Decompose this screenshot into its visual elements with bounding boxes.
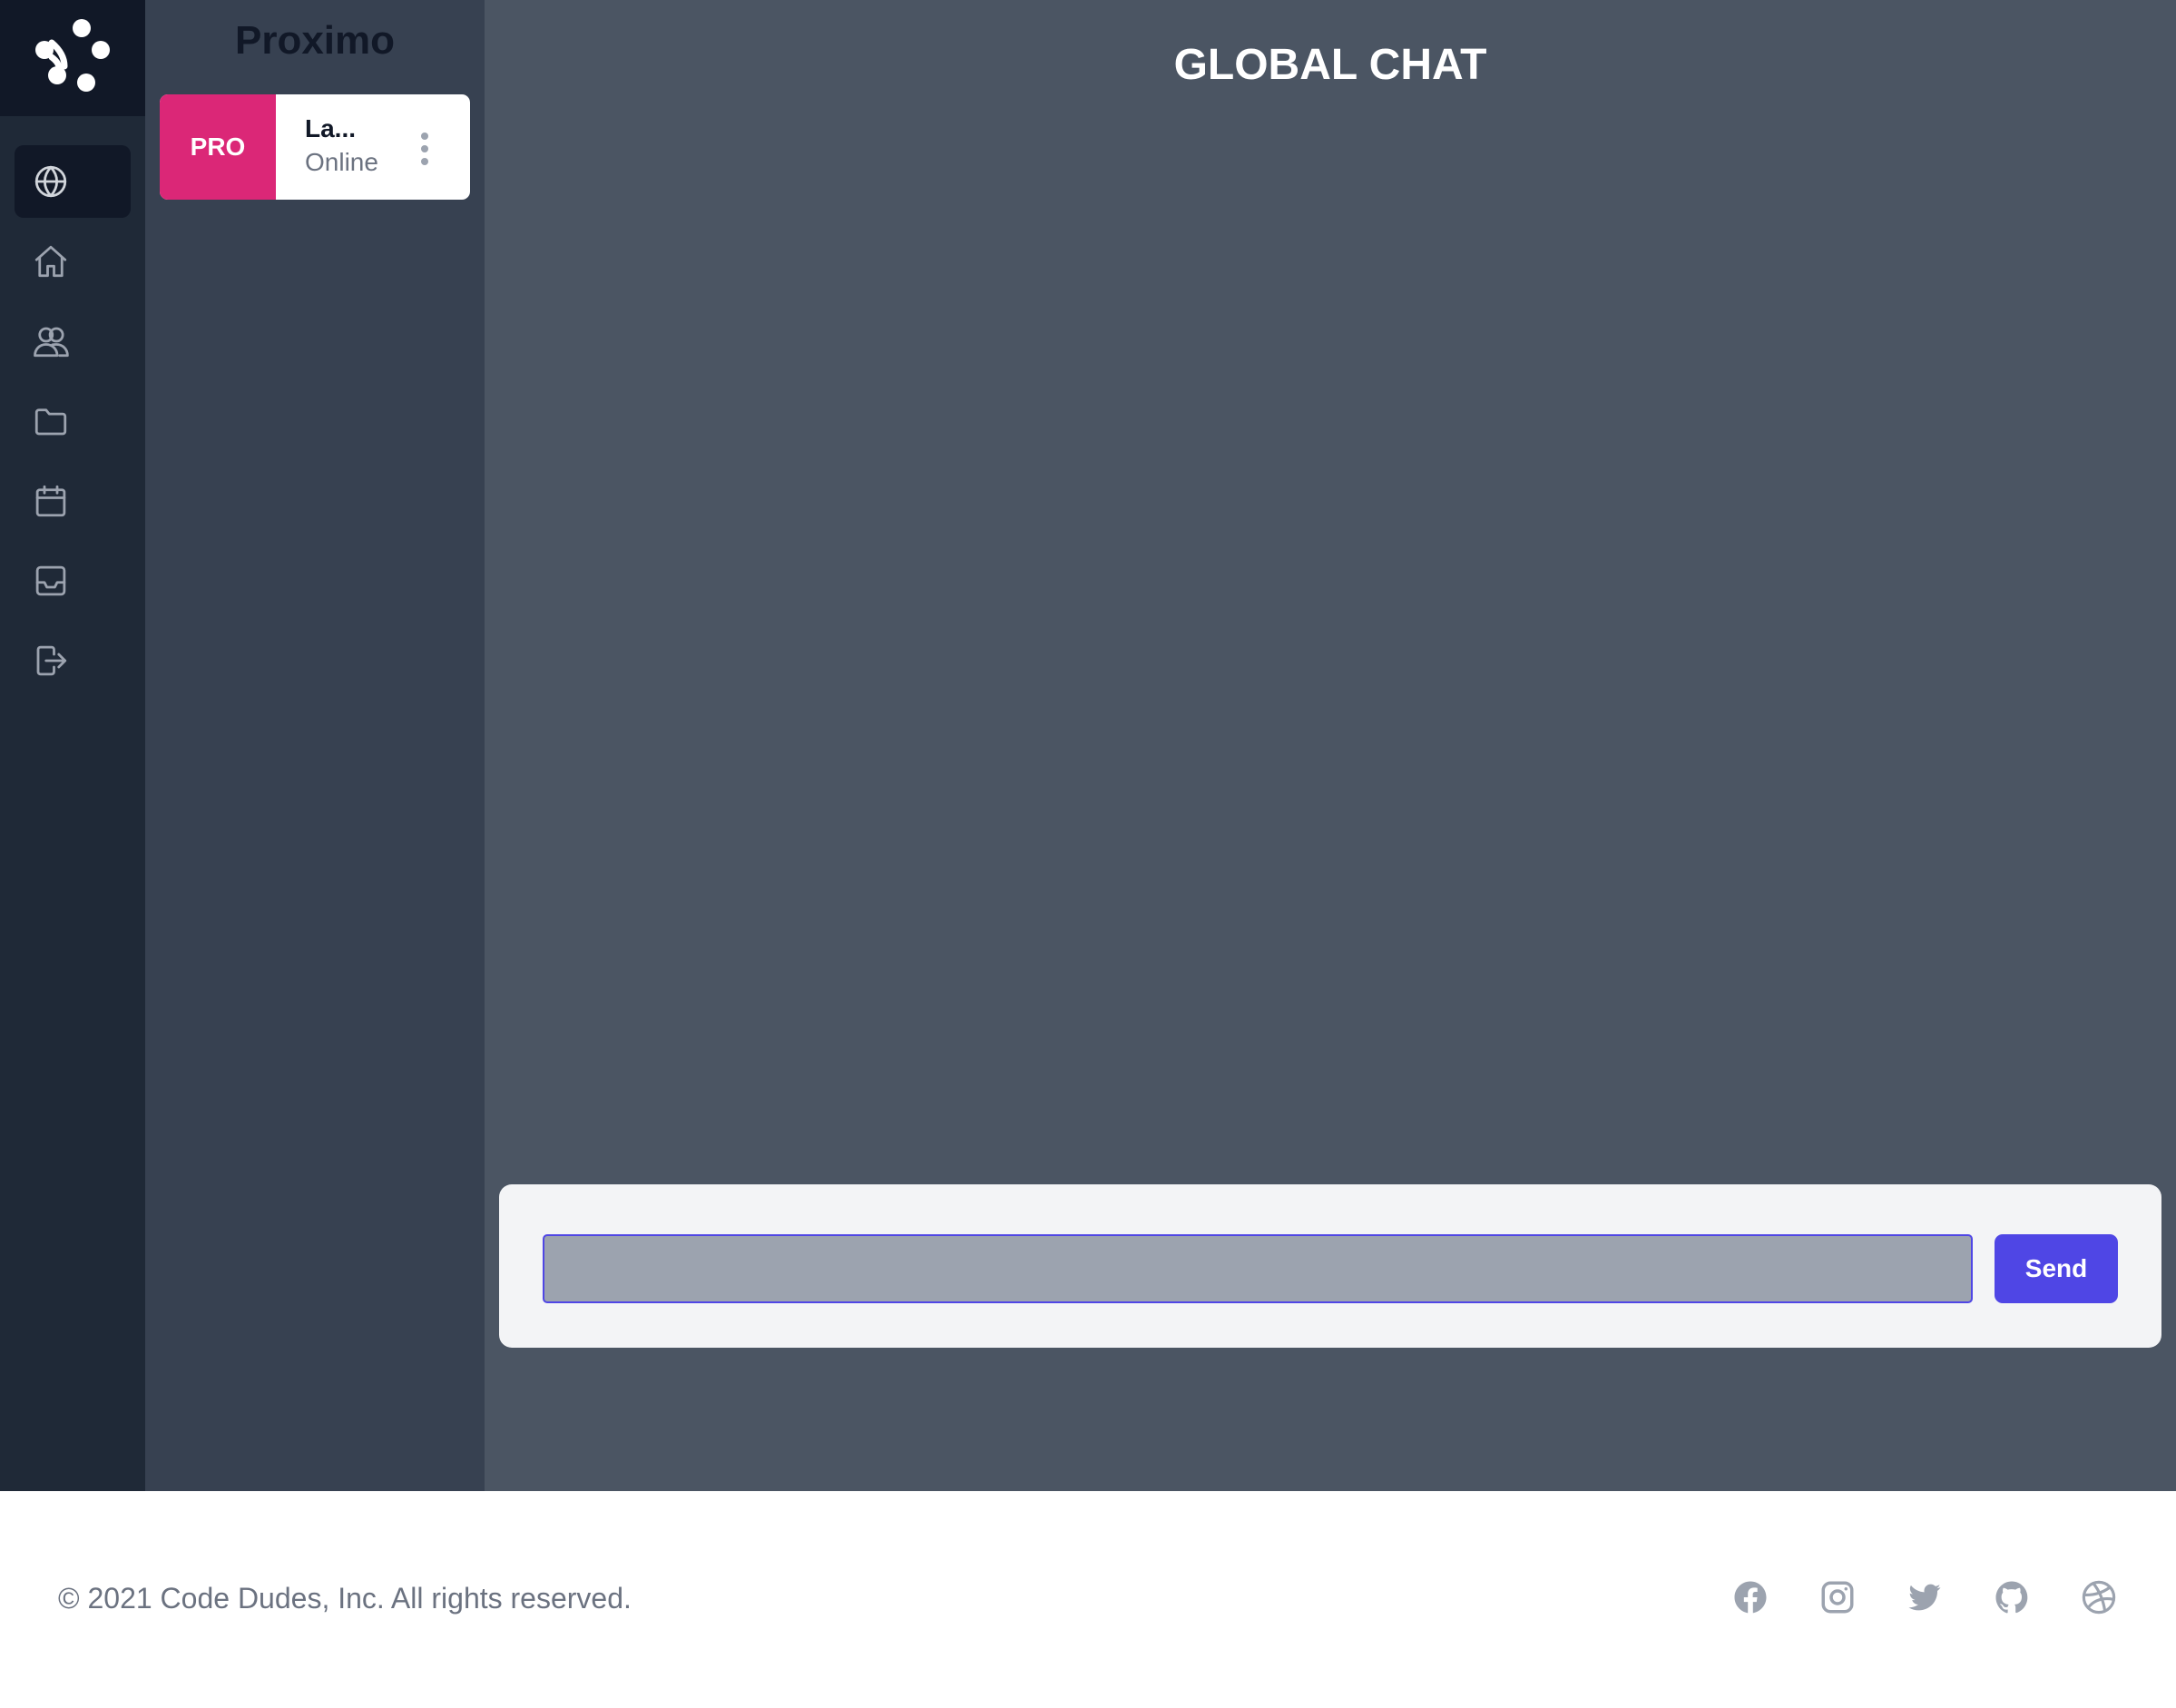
message-input[interactable]: [543, 1234, 1973, 1303]
nav-users[interactable]: [15, 305, 131, 378]
inbox-icon: [35, 565, 66, 596]
icon-rail: [0, 0, 145, 1491]
calendar-icon: [35, 485, 66, 517]
home-icon: [34, 245, 67, 278]
nav-files[interactable]: [15, 385, 131, 457]
nav-logout[interactable]: [15, 624, 131, 697]
nav-calendar[interactable]: [15, 465, 131, 537]
side-panel: Proximo PRO La... Online: [145, 0, 485, 1491]
users-icon: [34, 327, 69, 358]
facebook-icon[interactable]: [1731, 1578, 1769, 1616]
nav-home[interactable]: [15, 225, 131, 298]
copyright-text: © 2021 Code Dudes, Inc. All rights reser…: [58, 1582, 632, 1615]
panel-title: Proximo: [234, 18, 396, 63]
logout-icon: [36, 645, 67, 676]
more-vertical-icon[interactable]: [416, 131, 434, 167]
nav-inbox[interactable]: [15, 545, 131, 617]
molecule-logo-icon: [35, 19, 110, 92]
globe-icon: [34, 165, 67, 198]
user-info: La... Online: [276, 94, 470, 200]
user-status: Online: [305, 148, 378, 177]
footer: © 2021 Code Dudes, Inc. All rights reser…: [0, 1491, 2176, 1708]
dribbble-icon[interactable]: [2080, 1578, 2118, 1616]
message-composer: Send: [499, 1184, 2161, 1348]
twitter-icon[interactable]: [1906, 1578, 1944, 1616]
app-shell: Proximo PRO La... Online GLOBAL CHAT Sen…: [0, 0, 2176, 1491]
logo[interactable]: [0, 0, 145, 116]
user-badge: PRO: [160, 94, 276, 200]
user-name: La...: [305, 114, 357, 142]
nav-global-chat[interactable]: [15, 145, 131, 218]
send-button[interactable]: Send: [1995, 1234, 2118, 1303]
social-links: [1731, 1578, 2118, 1616]
user-card[interactable]: PRO La... Online: [160, 94, 470, 200]
rail-nav: [0, 145, 145, 704]
chat-title: GLOBAL CHAT: [1173, 41, 1487, 89]
chat-area: GLOBAL CHAT Send: [485, 0, 2176, 1491]
folder-icon: [34, 408, 67, 436]
github-icon[interactable]: [1993, 1578, 2031, 1616]
instagram-icon[interactable]: [1818, 1578, 1857, 1616]
